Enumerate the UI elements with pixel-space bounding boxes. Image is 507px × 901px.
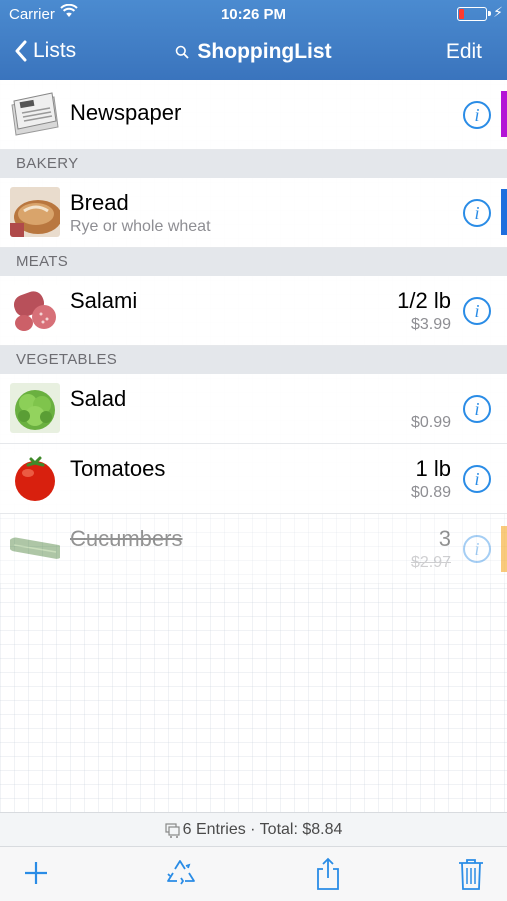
share-icon[interactable]	[314, 857, 342, 896]
salami-image	[10, 285, 60, 335]
item-name: Bread	[70, 190, 129, 215]
item-price: $3.99	[410, 316, 451, 333]
item-name: Tomatoes	[70, 456, 166, 481]
page-title-text: ShoppingList	[197, 40, 332, 63]
item-quantity: 3	[438, 526, 451, 551]
list-item[interactable]: Salami 1/2 lb $3.99 i	[0, 276, 507, 346]
list-item[interactable]: Salad $0.99 i	[0, 374, 507, 444]
list-item-checked[interactable]: Cucumbers 3 $2.97 i	[0, 514, 507, 584]
info-icon[interactable]: i	[463, 297, 491, 325]
shopping-list: Newspaper i BAKERY Bread Rye or whole wh…	[0, 80, 507, 584]
item-name: Newspaper	[70, 100, 182, 125]
section-header: VEGETABLES	[0, 346, 507, 374]
info-icon[interactable]: i	[463, 101, 491, 129]
list-item[interactable]: Newspaper i	[0, 80, 507, 150]
summary-text: 6 Entries · Total: $8.84	[182, 821, 343, 838]
section-header: MEATS	[0, 248, 507, 276]
bottom-toolbar	[0, 846, 507, 901]
item-quantity: 1 lb	[415, 456, 451, 481]
newspaper-image	[10, 89, 60, 139]
search-icon	[176, 46, 190, 60]
cart-icon	[164, 823, 180, 838]
app-header: Carrier 10:26 PM ⚡︎ Lists ShoppingList E…	[0, 0, 507, 80]
tomato-image	[10, 453, 60, 503]
salad-image	[10, 383, 60, 433]
list-item[interactable]: Bread Rye or whole wheat i	[0, 178, 507, 248]
battery-icon	[457, 7, 487, 21]
list-item[interactable]: Tomatoes 1 lb $0.89 i	[0, 444, 507, 514]
color-tag	[501, 91, 507, 137]
cucumber-image	[10, 523, 60, 573]
status-time: 10:26 PM	[220, 6, 287, 23]
charging-bolt-icon: ⚡︎	[493, 4, 503, 20]
item-quantity: 1/2 lb	[397, 288, 451, 313]
info-icon[interactable]: i	[463, 535, 491, 563]
info-icon[interactable]: i	[463, 199, 491, 227]
item-name: Cucumbers	[70, 526, 183, 551]
navigation-bar: Lists ShoppingList Edit	[0, 30, 507, 76]
color-tag	[501, 526, 507, 572]
battery-tip	[488, 11, 491, 16]
status-bar: Carrier 10:26 PM ⚡︎	[0, 0, 507, 28]
edit-button[interactable]: Edit	[446, 40, 482, 64]
trash-icon[interactable]	[456, 857, 486, 896]
info-icon[interactable]: i	[463, 395, 491, 423]
color-tag	[501, 189, 507, 235]
item-price: $2.97	[410, 554, 451, 571]
item-name: Salami	[70, 288, 138, 313]
item-price: $0.99	[410, 414, 451, 431]
bread-image	[10, 187, 60, 237]
section-header: BAKERY	[0, 150, 507, 178]
item-name: Salad	[70, 386, 127, 411]
recycle-icon[interactable]	[164, 857, 198, 894]
plus-icon[interactable]	[22, 857, 50, 894]
info-icon[interactable]: i	[463, 465, 491, 493]
item-price: $0.89	[410, 484, 451, 501]
page-title[interactable]: ShoppingList	[0, 40, 507, 64]
item-note: Rye or whole wheat	[70, 218, 211, 235]
list-summary: 6 Entries · Total: $8.84	[0, 812, 507, 847]
